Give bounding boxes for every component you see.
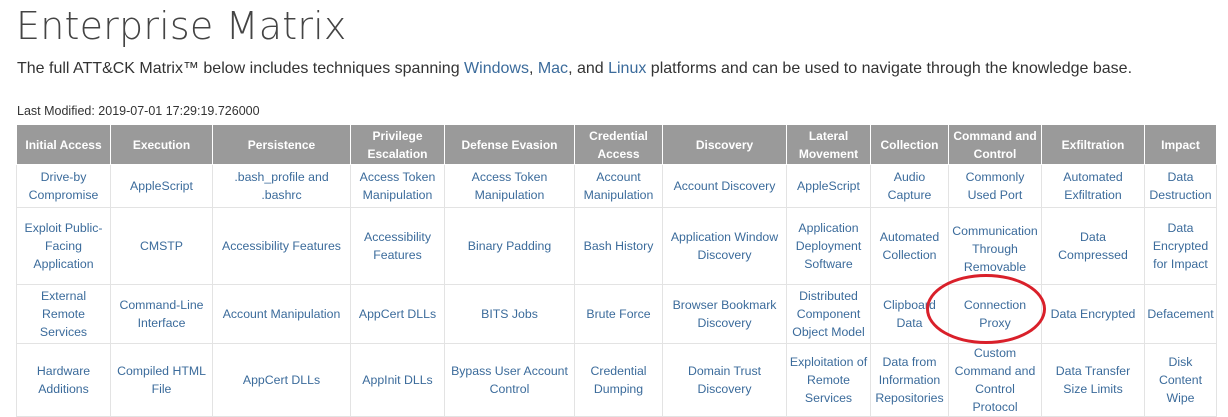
technique-cell[interactable]: Commonly Used Port <box>948 164 1042 208</box>
technique-cell[interactable]: Access Token Manipulation <box>444 164 575 208</box>
technique-cell[interactable]: Credential Dumping <box>574 343 663 417</box>
technique-cell[interactable]: AppleScript <box>110 164 213 208</box>
technique-cell[interactable]: AppleScript <box>786 164 871 208</box>
technique-cell[interactable]: Application Deployment Software <box>786 207 871 285</box>
column-header[interactable]: Initial Access <box>16 124 111 165</box>
table-row: Hardware Additions Compiled HTML File Ap… <box>16 343 1217 417</box>
technique-cell[interactable]: AppCert DLLs <box>212 343 351 417</box>
technique-cell[interactable]: Brute Force <box>574 284 663 344</box>
header-row: Initial Access Execution Persistence Pri… <box>16 124 1217 165</box>
technique-cell[interactable]: Data Destruction <box>1144 164 1217 208</box>
column-header[interactable]: Command and Control <box>948 124 1042 165</box>
intro-text: The full ATT&CK Matrix™ below includes t… <box>17 60 1132 78</box>
link-windows[interactable]: Windows <box>464 60 529 77</box>
technique-cell[interactable]: Custom Command and Control Protocol <box>948 343 1042 417</box>
technique-cell[interactable]: Data Encrypted <box>1041 284 1145 344</box>
technique-cell[interactable]: Automated Exfiltration <box>1041 164 1145 208</box>
technique-cell[interactable]: Compiled HTML File <box>110 343 213 417</box>
column-header[interactable]: Defense Evasion <box>444 124 575 165</box>
column-header[interactable]: Privilege Escalation <box>350 124 445 165</box>
technique-cell[interactable]: Drive-by Compromise <box>16 164 111 208</box>
intro-separator: , <box>528 60 538 77</box>
column-header[interactable]: Lateral Movement <box>786 124 871 165</box>
table-row: External Remote Services Command-Line In… <box>16 284 1217 344</box>
technique-cell[interactable]: Automated Collection <box>870 207 949 285</box>
technique-cell[interactable]: Bypass User Account Control <box>444 343 575 417</box>
intro-after: platforms and can be used to navigate th… <box>646 60 1133 77</box>
technique-cell[interactable]: Domain Trust Discovery <box>662 343 787 417</box>
column-header[interactable]: Impact <box>1144 124 1217 165</box>
column-header[interactable]: Persistence <box>212 124 351 165</box>
column-header[interactable]: Credential Access <box>574 124 663 165</box>
technique-cell[interactable]: Data Compressed <box>1041 207 1145 285</box>
technique-cell[interactable]: Access Token Manipulation <box>350 164 445 208</box>
technique-cell[interactable]: Account Manipulation <box>574 164 663 208</box>
technique-cell[interactable]: Data Encrypted for Impact <box>1144 207 1217 285</box>
technique-cell[interactable]: AppCert DLLs <box>350 284 445 344</box>
technique-cell[interactable]: Exploit Public-Facing Application <box>16 207 111 285</box>
technique-cell[interactable]: Browser Bookmark Discovery <box>662 284 787 344</box>
intro-separator: , and <box>568 60 609 77</box>
attack-matrix-table: Initial Access Execution Persistence Pri… <box>16 124 1217 417</box>
link-mac[interactable]: Mac <box>538 60 568 77</box>
technique-cell-connection-proxy[interactable]: Connection Proxy <box>948 284 1042 344</box>
technique-cell[interactable]: Account Manipulation <box>212 284 351 344</box>
technique-cell[interactable]: Accessibility Features <box>350 207 445 285</box>
technique-cell[interactable]: AppInit DLLs <box>350 343 445 417</box>
column-header[interactable]: Discovery <box>662 124 787 165</box>
table-row: Drive-by Compromise AppleScript .bash_pr… <box>16 164 1217 208</box>
technique-cell[interactable]: Exploitation of Remote Services <box>786 343 871 417</box>
technique-cell[interactable]: Clipboard Data <box>870 284 949 344</box>
technique-cell[interactable]: External Remote Services <box>16 284 111 344</box>
last-modified: Last Modified: 2019-07-01 17:29:19.72600… <box>17 104 260 118</box>
column-header[interactable]: Exfiltration <box>1041 124 1145 165</box>
technique-cell[interactable]: Account Discovery <box>662 164 787 208</box>
intro-before: The full ATT&CK Matrix™ below includes t… <box>17 60 465 77</box>
technique-cell[interactable]: Binary Padding <box>444 207 575 285</box>
technique-cell[interactable]: Defacement <box>1144 284 1217 344</box>
technique-cell[interactable]: CMSTP <box>110 207 213 285</box>
technique-cell[interactable]: .bash_profile and .bashrc <box>212 164 351 208</box>
technique-cell-text: Communication Through Removable Media <box>952 224 1038 274</box>
technique-cell[interactable]: Command-Line Interface <box>110 284 213 344</box>
technique-cell[interactable]: Distributed Component Object Model <box>786 284 871 344</box>
technique-cell[interactable]: Bash History <box>574 207 663 285</box>
technique-cell[interactable]: Application Window Discovery <box>662 207 787 285</box>
column-header[interactable]: Collection <box>870 124 949 165</box>
technique-cell[interactable]: Data Transfer Size Limits <box>1041 343 1145 417</box>
technique-cell[interactable]: Accessibility Features <box>212 207 351 285</box>
technique-cell[interactable]: Disk Content Wipe <box>1144 343 1217 417</box>
technique-cell[interactable]: Hardware Additions <box>16 343 111 417</box>
technique-cell[interactable]: Audio Capture <box>870 164 949 208</box>
column-header[interactable]: Execution <box>110 124 213 165</box>
page-title: Enterprise Matrix <box>16 4 347 48</box>
technique-cell[interactable]: Communication Through Removable Media <box>948 207 1042 285</box>
link-linux[interactable]: Linux <box>608 60 646 77</box>
technique-cell[interactable]: Data from Information Repositories <box>870 343 949 417</box>
table-row: Exploit Public-Facing Application CMSTP … <box>16 207 1217 285</box>
technique-cell[interactable]: BITS Jobs <box>444 284 575 344</box>
